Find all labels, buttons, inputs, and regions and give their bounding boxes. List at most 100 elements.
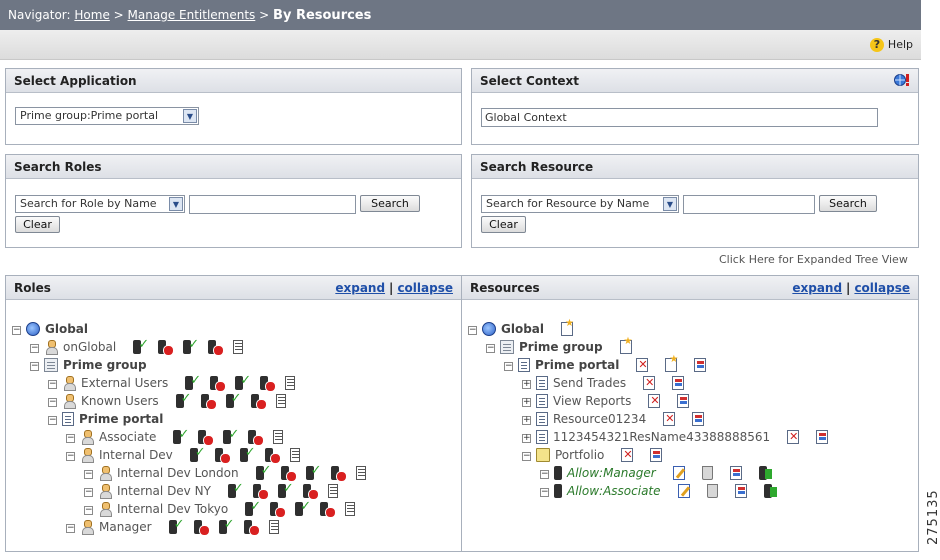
- policies-icon[interactable]: [694, 358, 707, 372]
- policy-list-icon[interactable]: [275, 394, 286, 408]
- traffic-light-allow-icon[interactable]: [133, 337, 149, 354]
- delete-resource-icon[interactable]: [663, 412, 676, 426]
- role-node-internal-dev[interactable]: Internal Dev: [80, 445, 300, 464]
- collapse-toggle[interactable]: −: [66, 434, 75, 443]
- collapse-toggle[interactable]: −: [48, 398, 57, 407]
- traffic-light-allow-icon[interactable]: [225, 391, 242, 408]
- collapse-toggle[interactable]: −: [486, 344, 495, 353]
- resource-clear-button[interactable]: Clear: [481, 216, 526, 233]
- resources-collapse-link[interactable]: collapse: [854, 281, 910, 295]
- application-select[interactable]: Prime group:Prime portal ▼: [15, 107, 199, 125]
- collapse-toggle[interactable]: −: [48, 380, 57, 389]
- resource-node-resource01234[interactable]: Resource01234: [536, 412, 705, 428]
- traffic-light-deny-icon[interactable]: [158, 340, 175, 356]
- traffic-light-allow-icon[interactable]: [168, 517, 185, 534]
- traffic-light-deny-icon[interactable]: [250, 394, 267, 410]
- collapse-toggle[interactable]: −: [66, 452, 75, 461]
- collapse-toggle[interactable]: −: [84, 470, 93, 479]
- traffic-light-deny-icon[interactable]: [330, 466, 347, 482]
- traffic-light-allow-icon[interactable]: [305, 463, 321, 480]
- traffic-light-allow-icon[interactable]: [227, 481, 244, 498]
- role-node-external-users[interactable]: External Users: [62, 373, 296, 392]
- role-node-internal-dev-tokyo[interactable]: Internal Dev Tokyo: [98, 499, 356, 518]
- traffic-light-deny-icon[interactable]: [280, 466, 297, 482]
- traffic-light-deny-icon[interactable]: [320, 502, 337, 518]
- traffic-light-allow-icon[interactable]: [175, 391, 192, 408]
- add-resource-icon[interactable]: [619, 336, 633, 354]
- policy-node-allow-manager[interactable]: Allow:Manager: [554, 466, 772, 482]
- traffic-light-allow-icon[interactable]: [185, 373, 201, 390]
- role-clear-button[interactable]: Clear: [15, 216, 60, 233]
- roles-collapse-link[interactable]: collapse: [397, 281, 453, 295]
- traffic-light-deny-icon[interactable]: [248, 430, 265, 446]
- resource-node-prime-group[interactable]: Prime group: [500, 336, 633, 356]
- role-node-internal-dev-ny[interactable]: Internal Dev NY: [98, 481, 338, 500]
- resource-node-portfolio[interactable]: Portfolio: [536, 448, 663, 464]
- context-field[interactable]: Global Context: [481, 108, 878, 127]
- role-node-associate[interactable]: Associate: [80, 427, 284, 446]
- policy-list-icon[interactable]: [285, 376, 296, 390]
- resources-expand-link[interactable]: expand: [792, 281, 842, 295]
- collapse-toggle[interactable]: −: [84, 506, 93, 515]
- resource-node-view-reports[interactable]: View Reports: [536, 394, 690, 410]
- collapse-toggle[interactable]: −: [48, 416, 57, 425]
- add-resource-icon[interactable]: [665, 354, 678, 372]
- help-link[interactable]: ? Help: [869, 38, 913, 52]
- delete-resource-icon[interactable]: [787, 430, 800, 444]
- resource-node-prime-portal[interactable]: Prime portal: [518, 354, 707, 374]
- traffic-light-allow-icon[interactable]: [173, 427, 189, 444]
- traffic-light-allow-icon[interactable]: [245, 499, 261, 516]
- policies-icon[interactable]: [650, 448, 663, 462]
- traffic-light-allow-icon[interactable]: [223, 427, 239, 444]
- role-node-prime-group[interactable]: Prime group: [44, 358, 147, 374]
- role-node-internal-dev-london[interactable]: Internal Dev London: [98, 463, 366, 482]
- traffic-light-allow-icon[interactable]: [255, 463, 271, 480]
- resource-search-button[interactable]: Search: [819, 195, 877, 212]
- traffic-light-deny-icon[interactable]: [270, 502, 287, 518]
- traffic-light-allow-icon[interactable]: [235, 373, 251, 390]
- traffic-light-allow-icon[interactable]: [189, 445, 206, 462]
- traffic-light-deny-icon[interactable]: [200, 394, 217, 410]
- traffic-light-allow-icon[interactable]: [218, 517, 235, 534]
- expand-toggle[interactable]: +: [522, 434, 531, 443]
- collapse-toggle[interactable]: −: [540, 488, 549, 497]
- traffic-light-allow-icon[interactable]: [277, 481, 294, 498]
- expand-toggle[interactable]: +: [522, 398, 531, 407]
- role-search-button[interactable]: Search: [360, 195, 420, 212]
- policy-list-icon[interactable]: [345, 502, 356, 516]
- traffic-light-deny-icon[interactable]: [210, 376, 227, 392]
- policies-icon[interactable]: [729, 466, 742, 480]
- edit-policy-icon[interactable]: [677, 484, 690, 498]
- edit-policy-icon[interactable]: [672, 466, 685, 480]
- policy-list-icon[interactable]: [273, 430, 284, 444]
- policy-list-icon[interactable]: [233, 340, 244, 354]
- traffic-light-deny-icon[interactable]: [260, 376, 277, 392]
- role-node-global[interactable]: Global: [26, 322, 88, 338]
- collapse-toggle[interactable]: −: [522, 452, 531, 461]
- policy-list-icon[interactable]: [355, 466, 366, 480]
- traffic-light-deny-icon[interactable]: [252, 484, 269, 500]
- delete-resource-icon[interactable]: [648, 394, 661, 408]
- policy-list-icon[interactable]: [327, 484, 338, 498]
- policy-status-icon[interactable]: [758, 466, 772, 480]
- traffic-light-deny-icon[interactable]: [214, 448, 231, 464]
- role-node-prime-portal[interactable]: Prime portal: [62, 412, 163, 428]
- policies-icon[interactable]: [672, 376, 685, 390]
- trash-icon[interactable]: [701, 466, 713, 480]
- policy-status-icon[interactable]: [763, 484, 777, 498]
- breadcrumb-manage-entitlements[interactable]: Manage Entitlements: [128, 8, 256, 22]
- policy-node-allow-associate[interactable]: Allow:Associate: [554, 484, 777, 500]
- resource-search-type-select[interactable]: Search for Resource by Name ▼: [481, 195, 679, 213]
- resource-node-send-trades[interactable]: Send Trades: [536, 376, 685, 392]
- collapse-toggle[interactable]: −: [540, 470, 549, 479]
- trash-icon[interactable]: [706, 484, 718, 498]
- role-node-manager[interactable]: Manager: [80, 517, 279, 536]
- expand-toggle[interactable]: +: [522, 416, 531, 425]
- collapse-toggle[interactable]: −: [66, 524, 75, 533]
- role-search-input[interactable]: [189, 195, 356, 214]
- traffic-light-deny-icon[interactable]: [264, 448, 281, 464]
- traffic-light-deny-icon[interactable]: [193, 520, 210, 536]
- collapse-toggle[interactable]: −: [84, 488, 93, 497]
- role-node-onglobal[interactable]: onGlobal: [44, 337, 244, 356]
- expand-toggle[interactable]: +: [522, 380, 531, 389]
